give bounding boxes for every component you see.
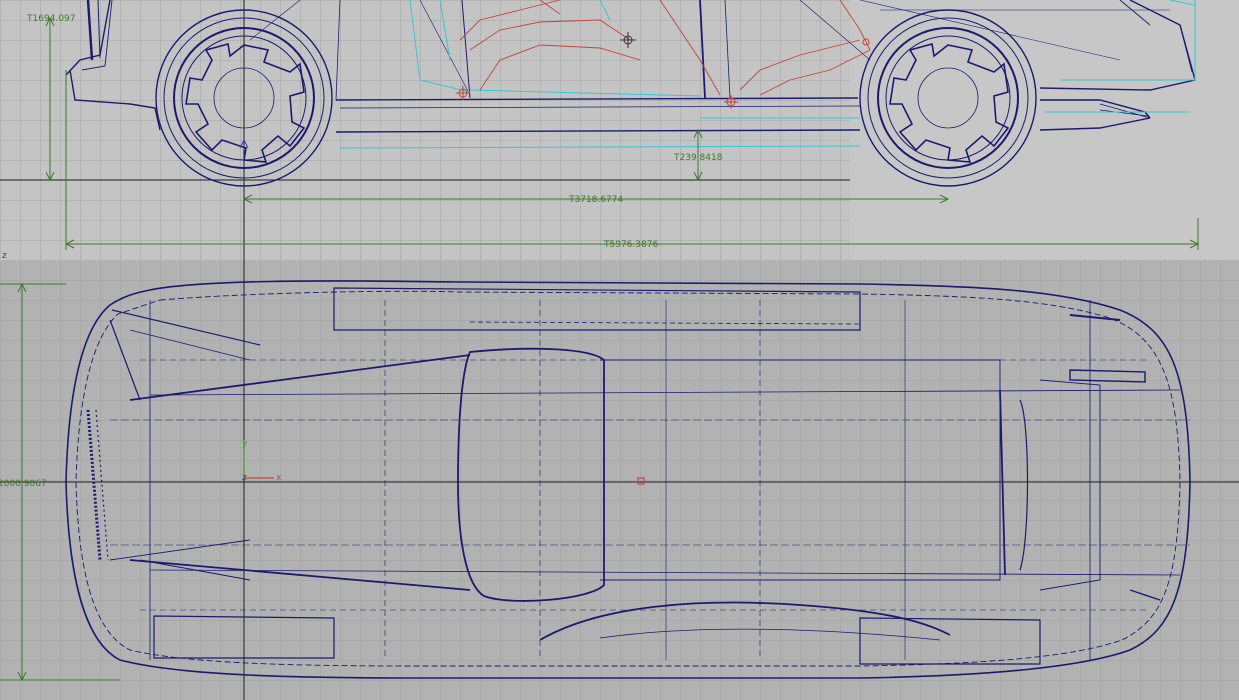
modeling-viewport[interactable]: T1694.097 T3718.6774 T5976.3876 T239.841… xyxy=(0,0,1239,700)
wireframe-canvas[interactable]: T1694.097 T3718.6774 T5976.3876 T239.841… xyxy=(0,0,1239,700)
height-dimension-label: T1694.097 xyxy=(26,14,75,24)
width-dimension-label: 2000.9067 xyxy=(0,479,47,489)
ground-clearance-dimension-label: T239.8418 xyxy=(673,153,723,163)
y-axis-label: y xyxy=(242,439,248,449)
z-axis-label: z xyxy=(242,473,247,483)
wheelbase-dimension-label: T3718.6774 xyxy=(568,195,623,205)
overall-length-dimension-label: T5976.3876 xyxy=(603,240,658,250)
side-view-axis-label: z xyxy=(2,251,7,261)
x-axis-label: x xyxy=(276,473,282,483)
